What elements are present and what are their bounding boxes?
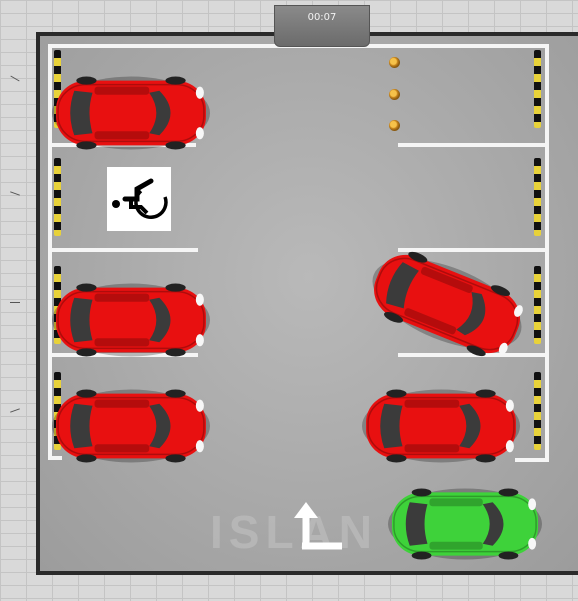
- traffic-cone: [389, 89, 400, 100]
- wall-tick: [10, 75, 20, 82]
- left-bay-divider: [48, 248, 198, 252]
- parked-car: [52, 385, 210, 467]
- wall-tick: [10, 191, 20, 196]
- handicap-sign: [107, 167, 171, 231]
- bollard-right-3: [534, 266, 541, 344]
- parked-car: [52, 279, 210, 361]
- wheelchair-icon: [112, 178, 168, 219]
- player-car[interactable]: [388, 484, 542, 564]
- traffic-cone: [389, 120, 400, 131]
- bollard-right-1: [534, 50, 541, 128]
- wall-tick: [10, 302, 20, 303]
- timer-display: 00:07: [274, 5, 370, 47]
- parked-car: [362, 385, 520, 467]
- wall-tick: [10, 408, 20, 413]
- timer-text: 00:07: [307, 12, 337, 23]
- bollard-left-2: [54, 158, 61, 236]
- bollard-right-2: [534, 158, 541, 236]
- right-boundary-line: [545, 44, 549, 462]
- right-bay-divider: [398, 143, 548, 147]
- bollard-right-4: [534, 372, 541, 450]
- turn-arrow-icon: [294, 502, 342, 550]
- parked-car: [52, 72, 210, 154]
- bottom-right-line: [515, 458, 549, 462]
- traffic-cone: [389, 57, 400, 68]
